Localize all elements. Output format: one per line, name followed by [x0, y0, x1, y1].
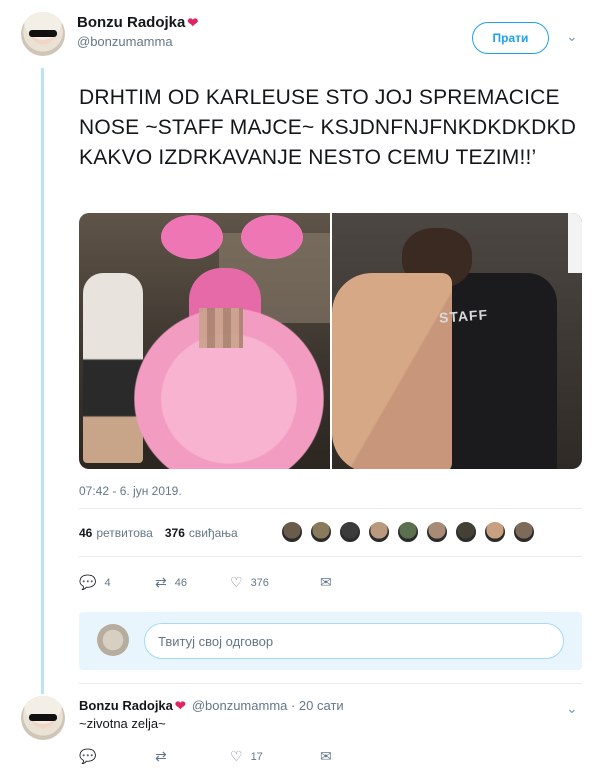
blurred-face — [199, 308, 243, 348]
tweet-text: DRHTIM OD KARLEUSE STO JOJ SPREMACICE NO… — [79, 86, 577, 169]
reply-meta[interactable]: @bonzumamma · 20 сати — [192, 698, 344, 713]
like-action[interactable]: ♡ 376 — [230, 574, 320, 591]
retweets-count[interactable]: 46 — [79, 526, 92, 540]
likers-avatars[interactable] — [281, 521, 542, 543]
direct-message-action[interactable]: ✉ — [320, 748, 340, 765]
reply-author-avatar[interactable] — [21, 696, 65, 740]
engagement-stats: 46 ретвитова 376 свиђања — [79, 526, 238, 540]
liker-avatar[interactable] — [281, 521, 303, 543]
direct-message-action[interactable]: ✉ — [320, 574, 340, 591]
tweet-actions: 💬 4 ⇄ 46 ♡ 376 ✉ — [79, 574, 340, 591]
divider — [79, 556, 582, 557]
likes-label[interactable]: свиђања — [189, 526, 238, 540]
retweet-icon: ⇄ — [155, 574, 167, 590]
photo-pink-costume[interactable] — [79, 213, 330, 469]
heart-icon: ♡ — [230, 748, 243, 764]
reply-author[interactable]: Bonzu Radojka ❤ @bonzumamma · 20 сати — [79, 698, 344, 714]
author-name-text[interactable]: Bonzu Radojka — [77, 14, 185, 31]
reply-input[interactable]: Твитуј свој одговор — [144, 623, 564, 659]
user-avatar — [97, 624, 129, 656]
retweet-action[interactable]: ⇄ — [155, 748, 230, 765]
like-count: 17 — [250, 750, 263, 763]
author-name[interactable]: Bonzu Radojka ❤ — [77, 14, 198, 31]
photo-staff-shirt[interactable]: STAFF — [331, 213, 582, 469]
retweet-count: 46 — [174, 576, 187, 589]
follow-button[interactable]: Прати — [472, 22, 549, 54]
retweet-action[interactable]: ⇄ 46 — [155, 574, 230, 591]
envelope-icon: ✉ — [320, 748, 332, 764]
like-action[interactable]: ♡ 17 — [230, 748, 320, 765]
liker-avatar[interactable] — [339, 521, 361, 543]
heart-icon: ♡ — [230, 574, 243, 590]
tweet-media[interactable]: STAFF — [79, 213, 582, 469]
liker-avatar[interactable] — [397, 521, 419, 543]
chevron-down-icon[interactable]: ⌄ — [566, 700, 578, 717]
reply-count: 4 — [104, 576, 111, 589]
liker-avatar[interactable] — [368, 521, 390, 543]
liker-avatar[interactable] — [426, 521, 448, 543]
author-avatar[interactable] — [21, 12, 65, 56]
reply-composer: Твитуј свој одговор — [79, 612, 582, 670]
liker-avatar[interactable] — [310, 521, 332, 543]
author-handle[interactable]: @bonzumamma — [77, 34, 173, 49]
reply-action[interactable]: 💬 — [79, 748, 155, 765]
reply-icon: 💬 — [79, 574, 97, 590]
envelope-icon: ✉ — [320, 574, 332, 590]
divider — [79, 683, 582, 684]
tweet-timestamp[interactable]: 07:42 - 6. јун 2019. — [79, 484, 182, 498]
heart-emoji-icon: ❤ — [187, 15, 199, 30]
divider — [79, 508, 582, 509]
reply-text: ~zivotna zelja~ — [79, 716, 166, 731]
thread-line — [41, 68, 44, 694]
reply-author-name[interactable]: Bonzu Radojka — [79, 698, 173, 713]
heart-emoji-icon: ❤ — [174, 698, 186, 713]
reply-actions: 💬 ⇄ ♡ 17 ✉ — [79, 748, 340, 765]
likes-count[interactable]: 376 — [165, 526, 185, 540]
chevron-down-icon[interactable]: ⌄ — [566, 28, 578, 45]
retweet-icon: ⇄ — [155, 748, 167, 764]
liker-avatar[interactable] — [513, 521, 535, 543]
liker-avatar[interactable] — [455, 521, 477, 543]
reply-icon: 💬 — [79, 748, 97, 764]
reply-action[interactable]: 💬 4 — [79, 574, 155, 591]
staff-shirt-text: STAFF — [438, 306, 489, 326]
liker-avatar[interactable] — [484, 521, 506, 543]
like-count: 376 — [250, 576, 269, 589]
retweets-label[interactable]: ретвитова — [96, 526, 152, 540]
